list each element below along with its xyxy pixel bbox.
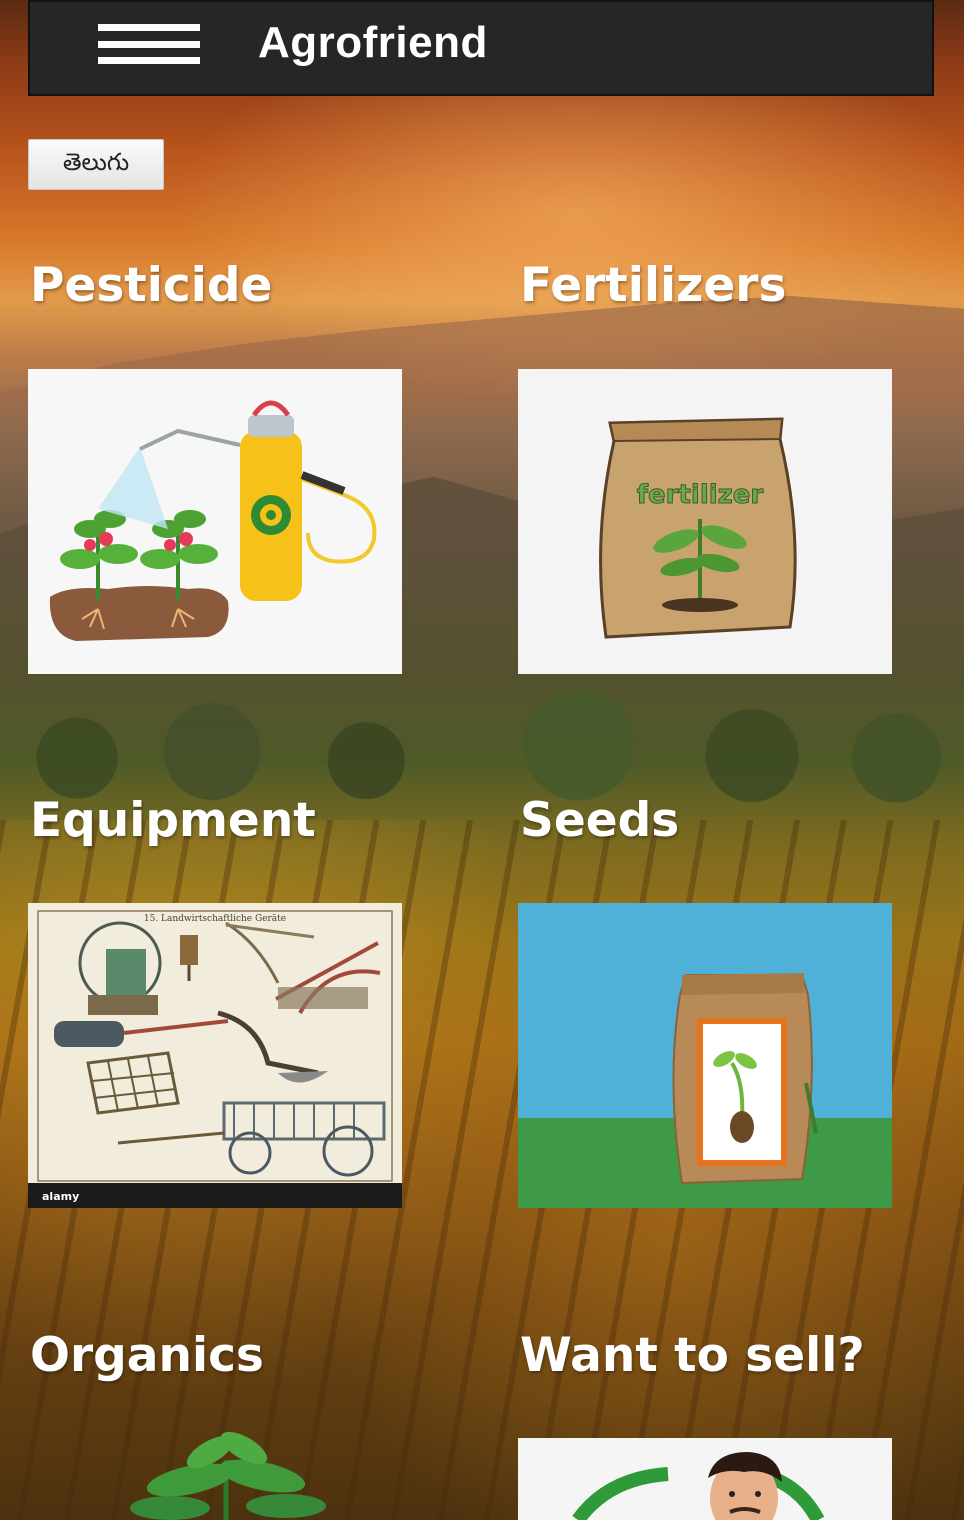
pesticide-card[interactable] <box>28 369 402 674</box>
category-label-want-to-sell[interactable]: Want to sell? <box>520 1328 865 1383</box>
language-toggle-button[interactable]: తెలుగు <box>28 139 164 190</box>
background-farm-scenery <box>0 0 964 1520</box>
equipment-card[interactable]: 15. Landwirtschaftliche Geräte alamy <box>28 903 402 1208</box>
farm-equipment-engraving: 15. Landwirtschaftliche Geräte alamy <box>28 903 402 1208</box>
category-label-pesticide[interactable]: Pesticide <box>30 258 272 313</box>
watermark-text: alamy <box>42 1190 79 1203</box>
category-label-equipment[interactable]: Equipment <box>30 793 316 848</box>
app-bar: Agrofriend <box>28 0 934 96</box>
app-title: Agrofriend <box>258 18 488 67</box>
hamburger-menu-icon[interactable] <box>98 24 200 64</box>
pesticide-sprayer-illustration <box>28 369 402 674</box>
category-label-seeds[interactable]: Seeds <box>520 793 679 848</box>
fertilizer-bag-text: fertilizer <box>637 480 764 510</box>
fertilizers-card[interactable]: fertilizer <box>518 369 892 674</box>
fertilizer-bag-illustration: fertilizer <box>518 369 892 674</box>
menu-line <box>98 40 200 48</box>
seller-portrait-illustration <box>518 1438 892 1520</box>
seed-bag-illustration <box>518 903 892 1208</box>
want-to-sell-card[interactable] <box>518 1438 892 1520</box>
engraving-caption: 15. Landwirtschaftliche Geräte <box>144 914 286 924</box>
background-trees <box>0 680 964 810</box>
menu-line <box>98 57 200 64</box>
menu-line <box>98 24 200 31</box>
organics-card[interactable] <box>110 1430 340 1520</box>
category-label-organics[interactable]: Organics <box>30 1328 264 1383</box>
category-label-fertilizers[interactable]: Fertilizers <box>520 258 786 313</box>
seeds-card[interactable] <box>518 903 892 1208</box>
organic-plant-illustration <box>130 1431 326 1520</box>
